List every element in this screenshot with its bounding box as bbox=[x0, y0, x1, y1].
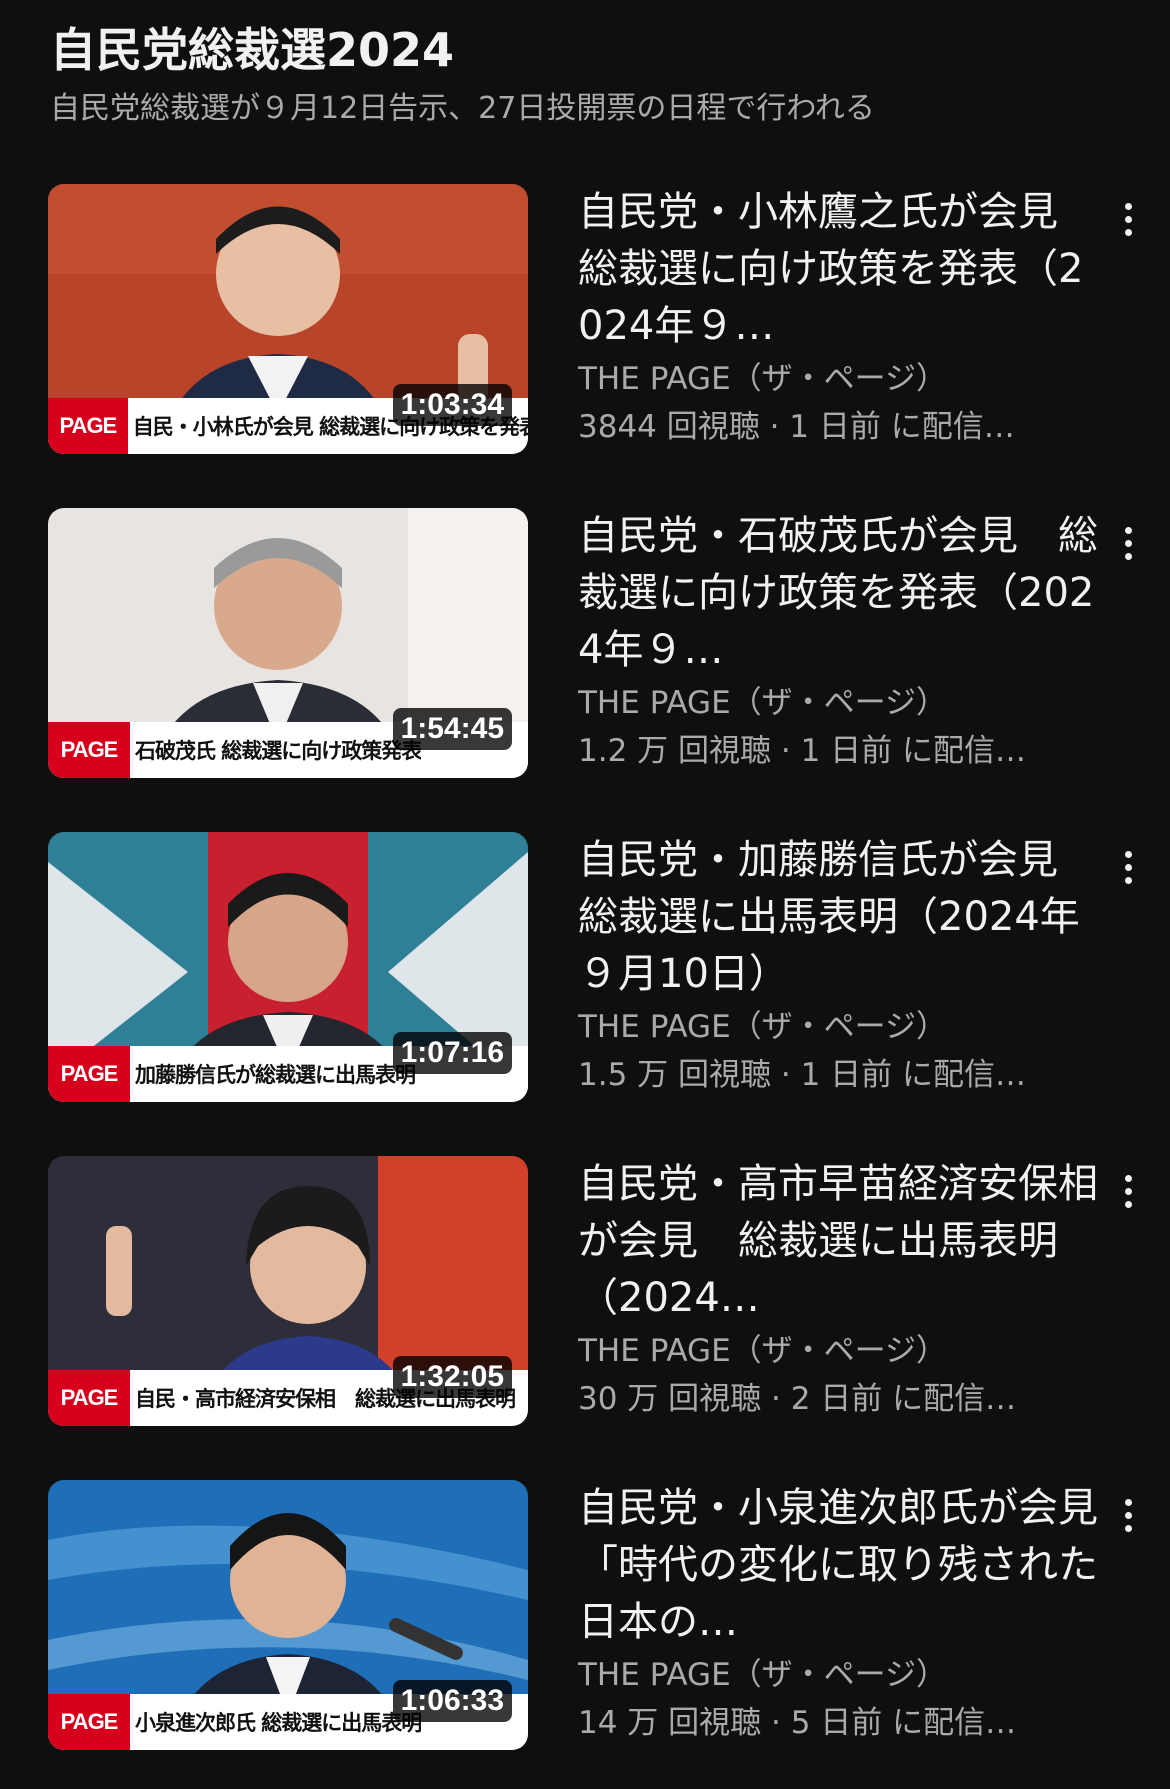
video-info[interactable]: 自民党・小泉進次郎氏が会見「時代の変化に取り残された日本の… THE PAGE（… bbox=[578, 1480, 1098, 1747]
video-duration: 1:32:05 bbox=[392, 1356, 512, 1398]
video-info[interactable]: 自民党・石破茂氏が会見 総裁選に向け政策を発表（2024年９… THE PAGE… bbox=[578, 508, 1098, 775]
video-stats: 30 万 回視聴 · 2 日前 に配信… bbox=[578, 1381, 1017, 1417]
thumbnail-caption: 加藤勝信氏が総裁選に出馬表明 bbox=[135, 1063, 415, 1087]
thepage-logo: PAGE bbox=[48, 1046, 130, 1102]
thepage-logo: PAGE bbox=[48, 398, 128, 454]
video-item[interactable]: PAGE 石破茂氏 総裁選に向け政策発表 1:54:45 自民党・石破茂氏が会見… bbox=[48, 508, 1148, 778]
video-stats: 1.5 万 回視聴 · 1 日前 に配信… bbox=[578, 1057, 1027, 1093]
video-title[interactable]: 自民党・石破茂氏が会見 総裁選に向け政策を発表（2024年９… bbox=[578, 508, 1098, 679]
channel-name[interactable]: THE PAGE（ザ・ページ） bbox=[578, 1651, 1098, 1699]
video-title[interactable]: 自民党・小林鷹之氏が会見 総裁選に向け政策を発表（2024年９… bbox=[578, 184, 1098, 355]
playlist-header: 自民党総裁選2024 自民党総裁選が９月12日告示、27日投開票の日程で行われる bbox=[50, 22, 1130, 128]
video-info[interactable]: 自民党・小林鷹之氏が会見 総裁選に向け政策を発表（2024年９… THE PAG… bbox=[578, 184, 1098, 451]
video-info[interactable]: 自民党・加藤勝信氏が会見 総裁選に出馬表明（2024年９月10日） THE PA… bbox=[578, 832, 1098, 1099]
video-item[interactable]: PAGE 自民・小林氏が会見 総裁選に向け政策を発表 1:03:34 自民党・小… bbox=[48, 184, 1148, 454]
video-stats: 3844 回視聴 · 1 日前 に配信… bbox=[578, 409, 1015, 445]
video-thumbnail[interactable]: PAGE 自民・小林氏が会見 総裁選に向け政策を発表 1:03:34 bbox=[48, 184, 528, 454]
more-options-icon[interactable] bbox=[1108, 1166, 1148, 1216]
more-options-icon[interactable] bbox=[1108, 1490, 1148, 1540]
more-options-icon[interactable] bbox=[1108, 842, 1148, 892]
channel-name[interactable]: THE PAGE（ザ・ページ） bbox=[578, 1003, 1098, 1051]
thepage-logo: PAGE bbox=[48, 1694, 130, 1750]
more-options-icon[interactable] bbox=[1108, 518, 1148, 568]
video-item[interactable]: PAGE 小泉進次郎氏 総裁選に出馬表明 1:06:33 自民党・小泉進次郎氏が… bbox=[48, 1480, 1148, 1750]
video-stats: 1.2 万 回視聴 · 1 日前 に配信… bbox=[578, 733, 1027, 769]
channel-name[interactable]: THE PAGE（ザ・ページ） bbox=[578, 355, 1098, 403]
playlist-title: 自民党総裁選2024 bbox=[50, 23, 455, 77]
video-title[interactable]: 自民党・加藤勝信氏が会見 総裁選に出馬表明（2024年９月10日） bbox=[578, 832, 1098, 1003]
thumbnail-caption: 石破茂氏 総裁選に向け政策発表 bbox=[135, 739, 422, 763]
thepage-logo: PAGE bbox=[48, 1370, 130, 1426]
video-thumbnail[interactable]: PAGE 石破茂氏 総裁選に向け政策発表 1:54:45 bbox=[48, 508, 528, 778]
video-title[interactable]: 自民党・小泉進次郎氏が会見「時代の変化に取り残された日本の… bbox=[578, 1480, 1098, 1651]
playlist-description: 自民党総裁選が９月12日告示、27日投開票の日程で行われる bbox=[50, 91, 875, 126]
video-duration: 1:07:16 bbox=[392, 1032, 512, 1074]
video-duration: 1:06:33 bbox=[392, 1680, 512, 1722]
video-info[interactable]: 自民党・高市早苗経済安保相が会見 総裁選に出馬表明（2024… THE PAGE… bbox=[578, 1156, 1098, 1423]
more-options-icon[interactable] bbox=[1108, 194, 1148, 244]
video-thumbnail[interactable]: PAGE 自民・高市経済安保相 総裁選に出馬表明 1:32:05 bbox=[48, 1156, 528, 1426]
thumbnail-caption: 小泉進次郎氏 総裁選に出馬表明 bbox=[135, 1711, 422, 1735]
video-thumbnail[interactable]: PAGE 小泉進次郎氏 総裁選に出馬表明 1:06:33 bbox=[48, 1480, 528, 1750]
thepage-logo: PAGE bbox=[48, 722, 130, 778]
video-duration: 1:03:34 bbox=[392, 384, 512, 426]
video-thumbnail[interactable]: PAGE 加藤勝信氏が総裁選に出馬表明 1:07:16 bbox=[48, 832, 528, 1102]
channel-name[interactable]: THE PAGE（ザ・ページ） bbox=[578, 1327, 1098, 1375]
video-title[interactable]: 自民党・高市早苗経済安保相が会見 総裁選に出馬表明（2024… bbox=[578, 1156, 1098, 1327]
video-item[interactable]: PAGE 加藤勝信氏が総裁選に出馬表明 1:07:16 自民党・加藤勝信氏が会見… bbox=[48, 832, 1148, 1102]
video-stats: 14 万 回視聴 · 5 日前 に配信… bbox=[578, 1705, 1017, 1741]
video-item[interactable]: PAGE 自民・高市経済安保相 総裁選に出馬表明 1:32:05 自民党・高市早… bbox=[48, 1156, 1148, 1426]
channel-name[interactable]: THE PAGE（ザ・ページ） bbox=[578, 679, 1098, 727]
video-duration: 1:54:45 bbox=[392, 708, 512, 750]
